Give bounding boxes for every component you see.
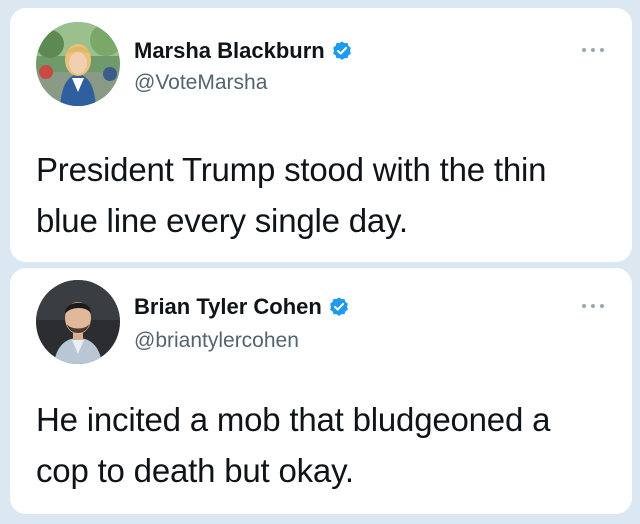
verified-badge-icon	[332, 41, 351, 60]
handle[interactable]: @VoteMarsha	[134, 70, 267, 96]
avatar[interactable]	[36, 22, 120, 106]
more-options-icon[interactable]	[582, 302, 604, 310]
tweet-text: He incited a mob that bludgeoned a cop t…	[36, 401, 551, 489]
tweet-text: President Trump stood with the thin blue…	[36, 151, 547, 239]
more-options-icon[interactable]	[582, 46, 604, 54]
verified-badge-icon	[329, 297, 348, 316]
display-name[interactable]: Brian Tyler Cohen	[134, 294, 322, 320]
handle[interactable]: @briantylercohen	[134, 328, 299, 354]
author-name-row: Marsha Blackburn	[134, 38, 353, 64]
profile-photo-icon	[36, 22, 120, 106]
tweet-card[interactable]: Marsha Blackburn @VoteMarsha President T…	[10, 8, 632, 262]
avatar[interactable]	[36, 280, 120, 364]
display-name[interactable]: Marsha Blackburn	[134, 38, 325, 64]
tweet-card[interactable]: Brian Tyler Cohen @briantylercohen He in…	[10, 268, 632, 514]
profile-photo-icon	[36, 280, 120, 364]
author-name-row: Brian Tyler Cohen	[134, 294, 350, 320]
